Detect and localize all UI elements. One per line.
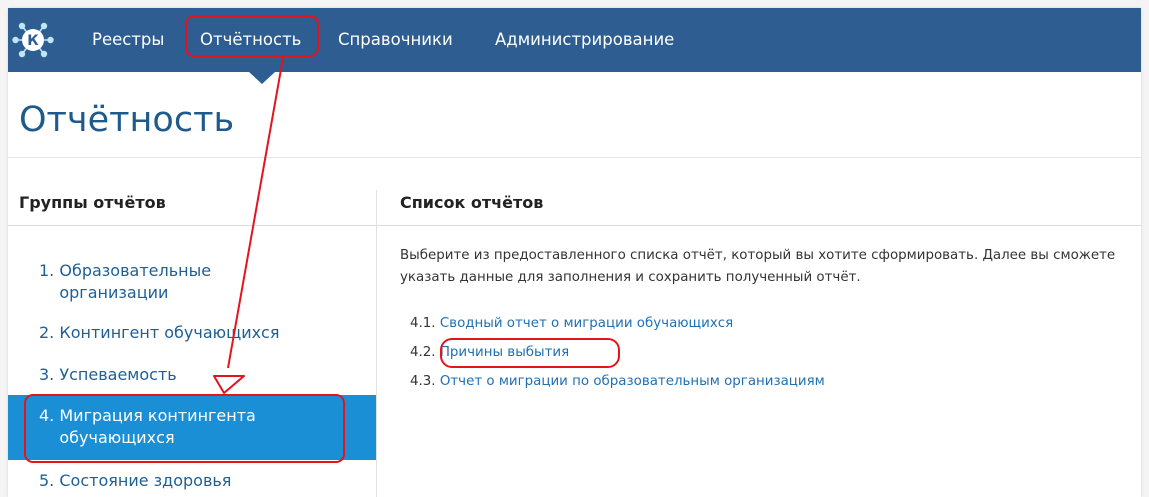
page: К Реестры Отчётность Справочники Админис… xyxy=(8,8,1141,497)
annotation-arrow-icon xyxy=(213,57,284,394)
